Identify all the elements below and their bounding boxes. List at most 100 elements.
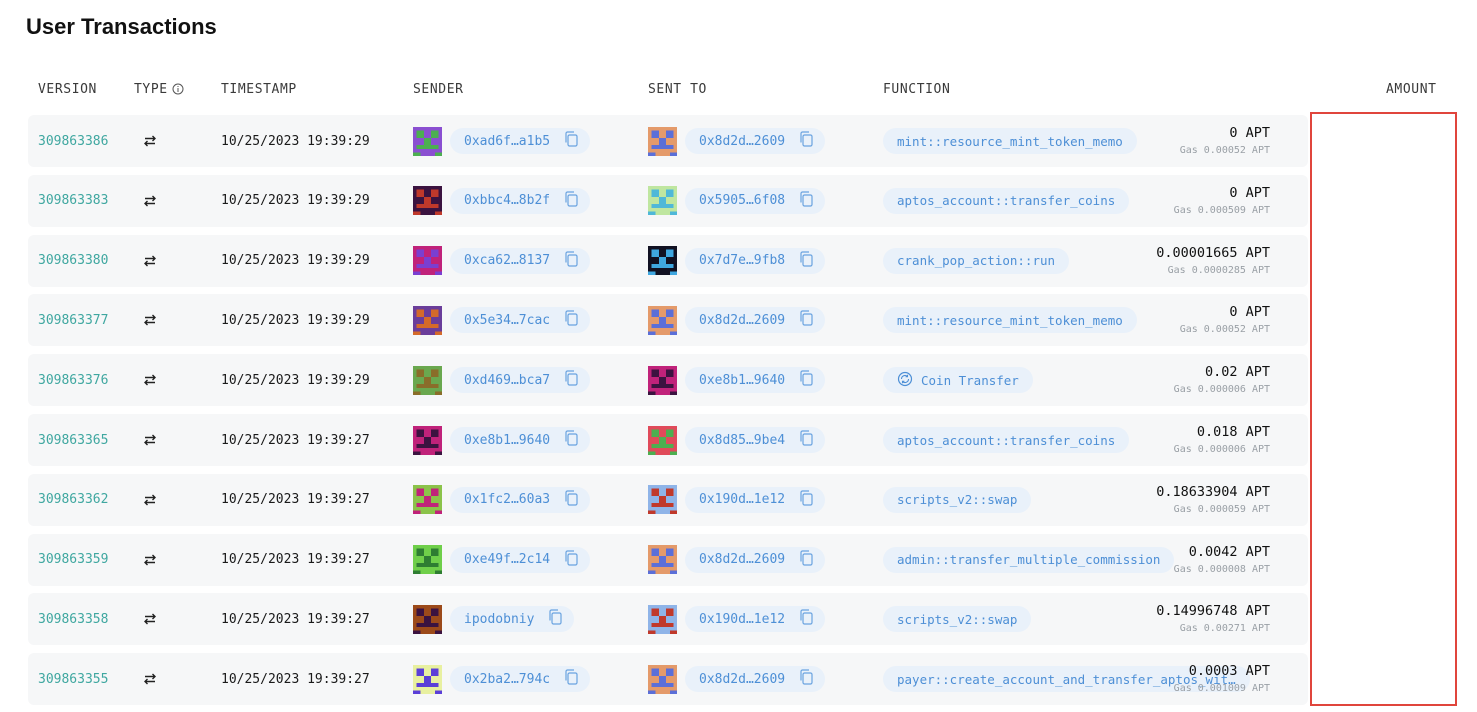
version-link[interactable]: 309863362 <box>38 474 108 526</box>
version-link[interactable]: 309863386 <box>38 115 108 167</box>
sender-address-pill[interactable]: 0x2ba2…794c <box>450 666 591 693</box>
sender-address[interactable]: 0x2ba2…794c <box>464 672 550 687</box>
recipient-address-pill[interactable]: 0x8d2d…2609 <box>685 128 826 154</box>
recipient-address[interactable]: 0x190d…1e12 <box>699 612 785 627</box>
version-link[interactable]: 309863365 <box>38 414 108 466</box>
column-header-timestamp[interactable]: TIMESTAMP <box>221 82 297 100</box>
sender-address-pill[interactable]: 0xd469…bca7 <box>450 367 591 394</box>
function-pill[interactable]: Coin Transfer <box>883 367 1033 394</box>
copy-icon[interactable] <box>564 430 578 450</box>
sender-address-pill[interactable]: 0x1fc2…60a3 <box>450 486 591 513</box>
copy-icon[interactable] <box>799 131 813 151</box>
sender-address[interactable]: 0xca62…8137 <box>464 253 550 268</box>
column-header-version[interactable]: VERSION <box>38 82 97 100</box>
copy-icon[interactable] <box>564 490 578 510</box>
column-header-sender[interactable]: SENDER <box>413 82 464 100</box>
recipient-address[interactable]: 0x8d85…9be4 <box>699 433 785 448</box>
copy-icon[interactable] <box>799 430 813 450</box>
sender-address-pill[interactable]: 0xe8b1…9640 <box>450 427 591 453</box>
column-header-amount[interactable]: AMOUNT <box>1386 82 1437 100</box>
recipient-address[interactable]: 0x8d2d…2609 <box>699 134 785 149</box>
column-header-sent-to[interactable]: SENT TO <box>648 82 707 100</box>
version-link[interactable]: 309863383 <box>38 175 108 227</box>
function-name[interactable]: scripts_v2::swap <box>897 492 1017 507</box>
function-name[interactable]: aptos_account::transfer_coins <box>897 433 1115 448</box>
sender-address[interactable]: 0xe49f…2c14 <box>464 552 550 567</box>
column-header-type[interactable]: TYPE <box>134 82 184 100</box>
table-row[interactable]: 309863355 10/25/2023 19:39:27 0x2ba2…794c 0… <box>28 653 1308 706</box>
recipient-address-pill[interactable]: 0x8d2d…2609 <box>685 307 826 334</box>
sender-address-pill[interactable]: 0xe49f…2c14 <box>450 546 591 573</box>
copy-icon[interactable] <box>564 370 578 390</box>
table-row[interactable]: 309863377 10/25/2023 19:39:29 0x5e34…7cac 0… <box>28 294 1308 347</box>
table-row[interactable]: 309863358 10/25/2023 19:39:27 ipodobniy 0x1… <box>28 593 1308 646</box>
sender-address-pill[interactable]: 0xca62…8137 <box>450 247 591 274</box>
sender-address[interactable]: 0xd469…bca7 <box>464 373 550 388</box>
copy-icon[interactable] <box>564 131 578 151</box>
table-row[interactable]: 309863359 10/25/2023 19:39:27 0xe49f…2c14 0… <box>28 533 1308 586</box>
info-icon[interactable] <box>172 83 184 99</box>
copy-icon[interactable] <box>548 609 563 629</box>
recipient-address-pill[interactable]: 0x5905…6f08 <box>685 187 826 214</box>
function-pill[interactable]: scripts_v2::swap <box>883 606 1032 633</box>
function-pill[interactable]: crank_pop_action::run <box>883 247 1070 274</box>
copy-icon[interactable] <box>799 250 813 271</box>
sender-address[interactable]: 0xad6f…a1b5 <box>464 134 550 149</box>
recipient-address[interactable]: 0x8d2d…2609 <box>699 552 785 567</box>
recipient-address-pill[interactable]: 0x190d…1e12 <box>685 486 826 513</box>
table-row[interactable]: 309863380 10/25/2023 19:39:29 0xca62…8137 0… <box>28 234 1308 287</box>
copy-icon[interactable] <box>799 609 813 629</box>
column-header-function[interactable]: FUNCTION <box>883 82 950 100</box>
function-name[interactable]: aptos_account::transfer_coins <box>897 193 1115 208</box>
version-link[interactable]: 309863358 <box>38 593 108 645</box>
copy-icon[interactable] <box>564 310 578 330</box>
copy-icon[interactable] <box>799 310 813 330</box>
copy-icon[interactable] <box>564 250 578 271</box>
sender-address[interactable]: 0x5e34…7cac <box>464 313 550 328</box>
function-name[interactable]: scripts_v2::swap <box>897 612 1017 627</box>
version-link[interactable]: 309863380 <box>38 235 108 287</box>
sender-address[interactable]: 0xe8b1…9640 <box>464 433 550 448</box>
recipient-address[interactable]: 0x5905…6f08 <box>699 193 785 208</box>
copy-icon[interactable] <box>564 669 578 689</box>
sender-address[interactable]: 0xbbc4…8b2f <box>464 193 550 208</box>
recipient-address-pill[interactable]: 0x190d…1e12 <box>685 606 826 633</box>
copy-icon[interactable] <box>799 191 813 211</box>
copy-icon[interactable] <box>564 191 578 211</box>
recipient-address-pill[interactable]: 0x7d7e…9fb8 <box>685 247 826 274</box>
function-pill[interactable]: scripts_v2::swap <box>883 486 1032 513</box>
copy-icon[interactable] <box>799 669 813 689</box>
recipient-address[interactable]: 0x190d…1e12 <box>699 492 785 507</box>
sender-address-pill[interactable]: 0xbbc4…8b2f <box>450 187 591 214</box>
recipient-address-pill[interactable]: 0x8d2d…2609 <box>685 666 826 693</box>
sender-address-pill[interactable]: 0x5e34…7cac <box>450 307 591 334</box>
sender-address[interactable]: ipodobniy <box>464 612 534 627</box>
version-link[interactable]: 309863355 <box>38 653 108 705</box>
function-name[interactable]: mint::resource_mint_token_memo <box>897 313 1123 328</box>
table-row[interactable]: 309863365 10/25/2023 19:39:27 0xe8b1…9640 0… <box>28 414 1308 466</box>
recipient-address[interactable]: 0x7d7e…9fb8 <box>699 253 785 268</box>
recipient-address-pill[interactable]: 0x8d2d…2609 <box>685 546 826 573</box>
recipient-address[interactable]: 0x8d2d…2609 <box>699 672 785 687</box>
recipient-address[interactable]: 0x8d2d…2609 <box>699 313 785 328</box>
recipient-address[interactable]: 0xe8b1…9640 <box>699 373 785 388</box>
table-row[interactable]: 309863383 10/25/2023 19:39:29 0xbbc4…8b2f 0… <box>28 174 1308 227</box>
copy-icon[interactable] <box>799 370 813 390</box>
sender-address[interactable]: 0x1fc2…60a3 <box>464 492 550 507</box>
copy-icon[interactable] <box>799 490 813 510</box>
sender-address-pill[interactable]: ipodobniy <box>450 606 575 633</box>
function-name[interactable]: crank_pop_action::run <box>897 253 1055 268</box>
version-link[interactable]: 309863377 <box>38 294 108 346</box>
copy-icon[interactable] <box>799 549 813 570</box>
table-row[interactable]: 309863362 10/25/2023 19:39:27 0x1fc2…60a3 0… <box>28 473 1308 526</box>
version-link[interactable]: 309863376 <box>38 354 108 406</box>
table-row[interactable]: 309863386 10/25/2023 19:39:29 0xad6f…a1b5 0… <box>28 115 1308 167</box>
function-name[interactable]: Coin Transfer <box>921 373 1019 388</box>
function-name[interactable]: mint::resource_mint_token_memo <box>897 134 1123 149</box>
copy-icon[interactable] <box>564 549 578 570</box>
version-link[interactable]: 309863359 <box>38 534 108 586</box>
sender-address-pill[interactable]: 0xad6f…a1b5 <box>450 128 591 154</box>
table-row[interactable]: 309863376 10/25/2023 19:39:29 0xd469…bca7 0… <box>28 354 1308 407</box>
recipient-address-pill[interactable]: 0xe8b1…9640 <box>685 367 826 394</box>
recipient-address-pill[interactable]: 0x8d85…9be4 <box>685 427 826 453</box>
